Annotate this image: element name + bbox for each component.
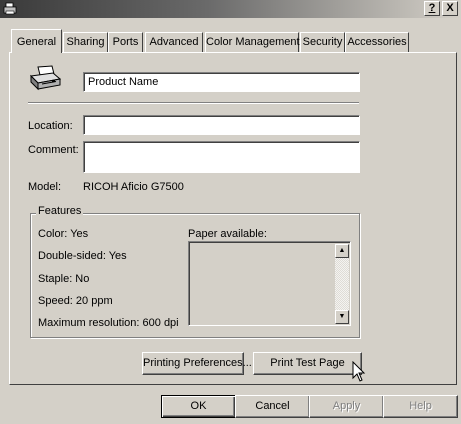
speed-feature: Speed: 20 ppm: [38, 295, 113, 307]
printer-name-input[interactable]: [83, 72, 360, 92]
location-label: Location:: [28, 120, 73, 132]
scroll-up-button[interactable]: ▲: [335, 244, 349, 258]
model-value: RICOH Aficio G7500: [83, 181, 184, 193]
double-sided-feature: Double-sided: Yes: [38, 250, 127, 262]
scroll-down-button[interactable]: ▼: [335, 310, 349, 324]
printing-preferences-button[interactable]: Printing Preferences...: [142, 352, 252, 375]
color-feature: Color: Yes: [38, 228, 89, 240]
location-input[interactable]: [83, 115, 360, 135]
paper-available-label: Paper available:: [188, 228, 267, 240]
features-title: Features: [36, 205, 84, 217]
max-resolution-feature: Maximum resolution: 600 dpi: [38, 317, 179, 329]
comment-textarea[interactable]: [83, 141, 360, 173]
model-label: Model:: [28, 181, 62, 193]
panel-content: Location: Comment: Model: RICOH Aficio G…: [0, 0, 461, 424]
staple-feature: Staple: No: [38, 273, 90, 285]
mouse-cursor-icon: [352, 361, 366, 382]
print-test-page-button[interactable]: Print Test Page: [253, 352, 362, 375]
divider: [28, 102, 359, 104]
paper-available-list[interactable]: [188, 241, 351, 326]
printer-icon: [29, 65, 62, 91]
comment-label: Comment:: [28, 144, 79, 156]
